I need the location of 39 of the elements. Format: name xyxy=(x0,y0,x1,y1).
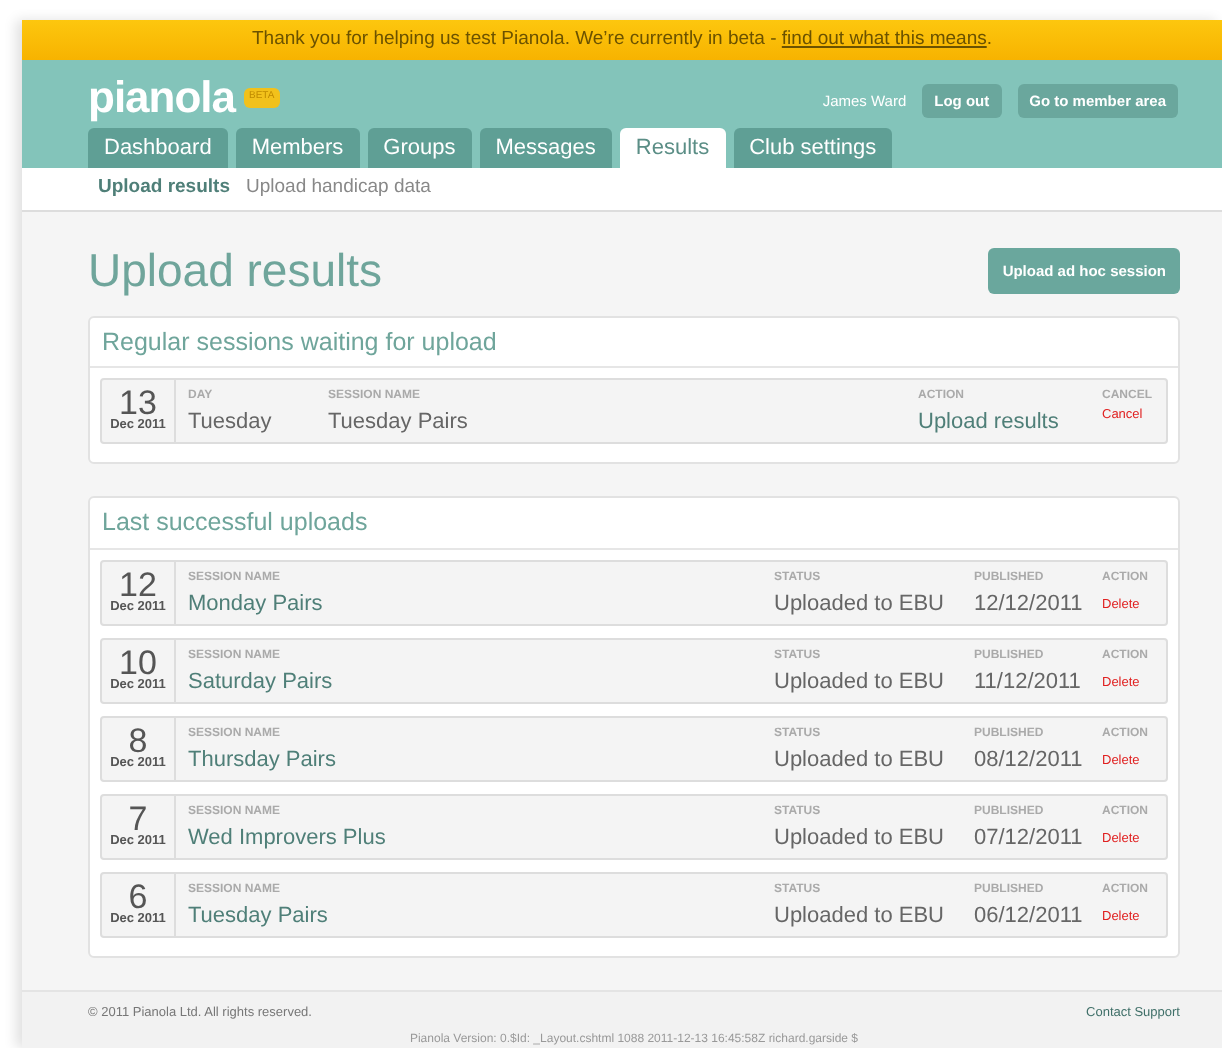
session-name: Tuesday Pairs xyxy=(328,408,470,439)
nav-tab[interactable]: Groups xyxy=(367,127,472,169)
status-value: Uploaded to EBU xyxy=(774,668,946,698)
date-day: 6 xyxy=(102,880,174,914)
section-title: Last successful uploads xyxy=(90,498,1178,550)
date-day: 8 xyxy=(102,724,174,758)
section-title: Regular sessions waiting for upload xyxy=(90,317,1178,369)
status-value: Uploaded to EBU xyxy=(774,746,946,776)
date-day: 10 xyxy=(102,646,174,680)
nav-tab[interactable]: Members xyxy=(235,127,360,169)
nav-tab[interactable]: Dashboard xyxy=(88,127,228,169)
day-value: Tuesday xyxy=(188,408,274,439)
published-date: 11/12/2011 xyxy=(974,668,1078,698)
nav-tab[interactable]: Club settings xyxy=(733,127,893,169)
session-name: Wed Improvers Plus xyxy=(188,824,388,854)
upload-results-link[interactable]: Upload results xyxy=(918,406,1078,440)
banner-text: Thank you for helping us test Pianola. We’re currently in beta - xyxy=(252,28,779,50)
date-day: 7 xyxy=(102,802,174,836)
nav-tab[interactable]: Results xyxy=(619,127,726,169)
subnav-link[interactable]: Upload results xyxy=(98,174,230,204)
session-name: Tuesday Pairs xyxy=(188,902,330,932)
session-name: Monday Pairs xyxy=(188,590,325,620)
published-date: 12/12/2011 xyxy=(974,590,1078,620)
banner-text: . xyxy=(986,28,992,50)
date-day: 13 xyxy=(102,386,174,421)
status-value: Uploaded to EBU xyxy=(774,590,946,620)
page-title: Upload results xyxy=(88,243,383,299)
status-value: Uploaded to EBU xyxy=(774,824,946,854)
session-name: Thursday Pairs xyxy=(188,746,338,776)
published-date: 08/12/2011 xyxy=(974,746,1078,776)
published-date: 06/12/2011 xyxy=(974,902,1078,932)
date-day: 12 xyxy=(102,568,174,602)
nav-tab[interactable]: Messages xyxy=(479,127,612,169)
published-date: 07/12/2011 xyxy=(974,824,1078,854)
banner-link[interactable]: find out what this means xyxy=(781,28,987,50)
status-value: Uploaded to EBU xyxy=(774,902,946,932)
session-name: Saturday Pairs xyxy=(188,668,335,698)
subnav-link[interactable]: Upload handicap data xyxy=(246,174,431,204)
logo: pianola xyxy=(88,76,236,120)
